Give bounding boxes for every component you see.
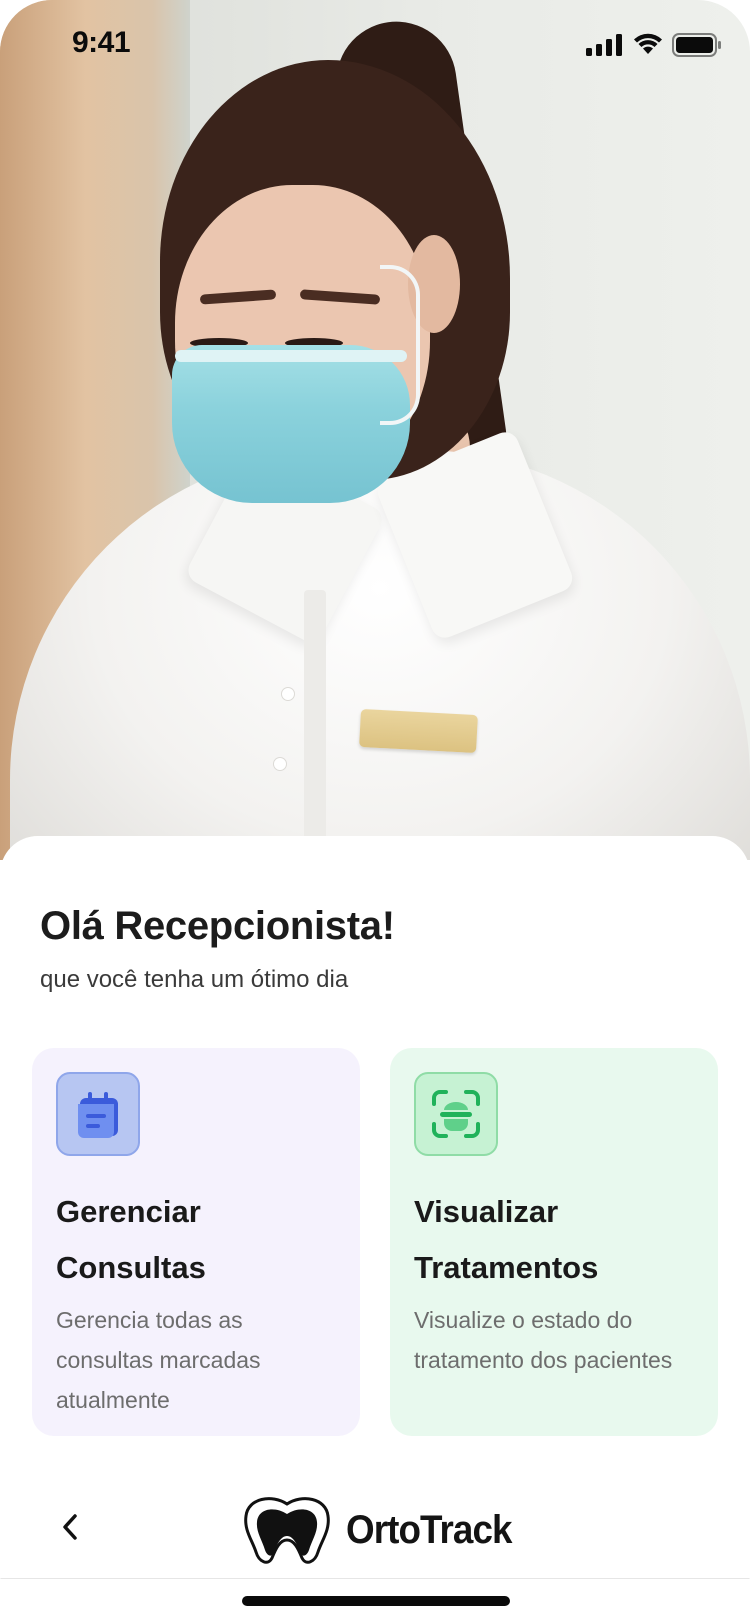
tooth-icon [244,1497,330,1564]
card-title: Visualizar Tratamentos [414,1194,599,1285]
back-button[interactable] [50,1502,90,1552]
face-mask [172,345,410,503]
footer-divider [0,1578,750,1579]
battery-icon [672,33,721,57]
greeting-title: Olá Recepcionista! [40,904,395,948]
card-description: Gerencia todas as consultas marcadas atu… [56,1307,261,1413]
scan-icon-tile [414,1072,498,1156]
scan-icon [432,1090,480,1138]
manage-appointments-card[interactable]: Gerenciar Consultas Gerencia todas as co… [32,1048,360,1436]
calendar-icon [78,1092,118,1138]
greeting-subtitle: que você tenha um ótimo dia [40,966,349,993]
name-badge [359,708,478,754]
brand-name: OrtoTrack [346,1508,512,1552]
hero-photo [0,0,750,860]
wifi-icon [634,33,662,54]
chevron-left-icon [63,1514,77,1540]
status-bar: 9:41 [0,0,750,90]
footer-bar: OrtoTrack [0,1480,750,1580]
home-indicator[interactable] [242,1596,510,1606]
status-time: 9:41 [72,26,131,59]
calendar-icon-tile [56,1072,140,1156]
view-treatments-card[interactable]: Visualizar Tratamentos Visualize o estad… [390,1048,718,1436]
app-screen: 9:41 Olá Recepcionista! que você tenha u… [0,0,750,1624]
card-description: Visualize o estado do tratamento dos pac… [414,1307,673,1373]
cellular-signal-icon [586,34,622,56]
card-title: Gerenciar Consultas [56,1194,206,1285]
